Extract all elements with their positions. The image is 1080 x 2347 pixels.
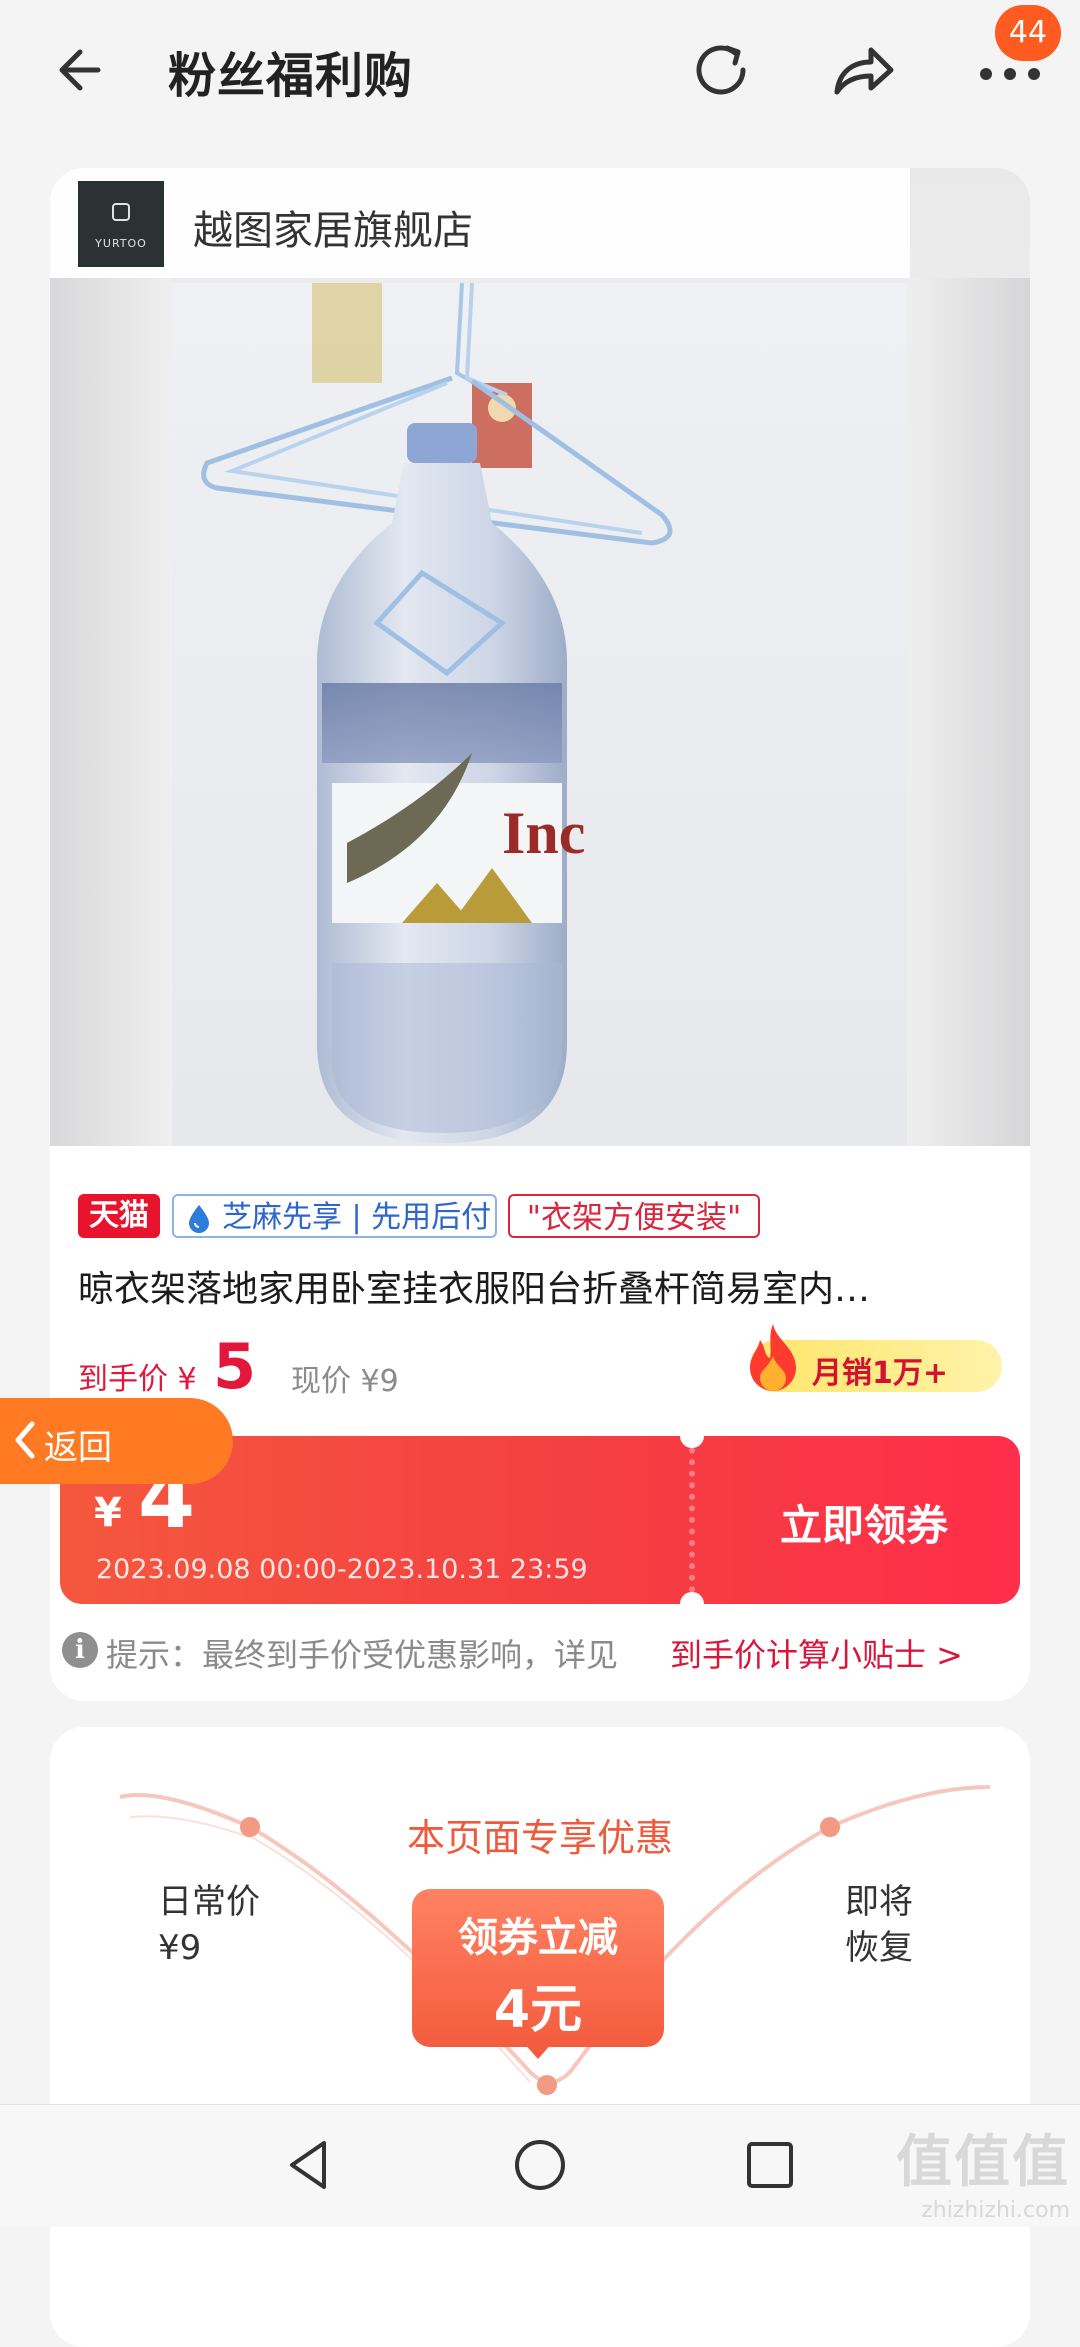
blur-right	[905, 278, 1030, 1146]
tag-feature: "衣架方便安装"	[508, 1194, 760, 1238]
store-logo[interactable]: YURTOO	[78, 181, 164, 267]
current-price: 现价 ¥9	[291, 1364, 399, 1399]
bubble-tail	[522, 2041, 554, 2059]
discount-bubble-line-1: 领券立减	[458, 1915, 618, 1961]
daily-price-value: ¥9	[158, 1928, 202, 1968]
store-name[interactable]: 越图家居旗舰店	[193, 198, 473, 256]
watermark-brand: 值值值	[896, 2130, 1070, 2195]
nav-recents-icon[interactable]	[740, 2135, 800, 2195]
daily-price-label: 日常价	[158, 1882, 260, 1922]
discount-bubble: 领券立减 4元	[412, 1889, 664, 2059]
promo-card: 本页面专享优惠 日常价 ¥9 即将 恢复 领券立减 4元	[50, 1727, 1030, 2347]
restore-notice: 即将 恢复	[845, 1879, 913, 1971]
system-nav-bar: 值值值 zhizhizhi.com	[0, 2104, 1080, 2227]
tag-zhima: 芝麻先享 | 先用后付	[172, 1194, 497, 1238]
coupon-period: 2023.09.08 00:00-2023.10.31 23:59	[96, 1554, 588, 1585]
refresh-icon[interactable]	[683, 32, 759, 108]
final-price-value: 5	[213, 1330, 257, 1403]
coupon-currency: ¥	[94, 1490, 122, 1536]
back-arrow-icon[interactable]	[50, 35, 120, 105]
flame-icon	[750, 1324, 796, 1391]
monthly-sales-badge: 月销1万+	[750, 1324, 1002, 1392]
promo-heading: 本页面专享优惠	[406, 1816, 673, 1860]
info-icon: i	[62, 1632, 98, 1668]
tag-tmall: 天猫	[78, 1194, 160, 1238]
store-header[interactable]: YURTOO 越图家居旗舰店	[50, 168, 910, 278]
coupon-divider	[689, 1436, 695, 1604]
tag-zhima-label: 芝麻先享 | 先用后付	[222, 1200, 492, 1235]
svg-text:Inc: Inc	[502, 800, 585, 866]
watermark: 值值值 zhizhizhi.com	[896, 2117, 1070, 2223]
tip-link[interactable]: 到手价计算小贴士 >	[670, 1630, 963, 1676]
restore-line-2: 恢复	[845, 1928, 913, 1968]
product-media[interactable]: Inc YURTOO 越图家居旗舰店	[50, 168, 1030, 1146]
page-title: 粉丝福利购	[168, 48, 414, 104]
discount-bubble-line-2: 4元	[493, 1980, 583, 2040]
daily-price: 日常价 ¥9	[158, 1879, 260, 1971]
product-photo[interactable]: Inc	[172, 283, 907, 1146]
monthly-sales-text: 月销1万+	[812, 1356, 949, 1391]
nav-back-icon[interactable]	[280, 2135, 340, 2195]
claim-coupon-button[interactable]: 立即领券	[780, 1492, 948, 1553]
share-icon[interactable]	[825, 32, 901, 108]
water-drop-icon	[189, 1205, 209, 1233]
logo-mark	[112, 203, 130, 221]
final-price-label: 到手价 ¥	[78, 1362, 197, 1397]
product-title[interactable]: 晾衣架落地家用卧室挂衣服阳台折叠杆简易室内…	[78, 1260, 1008, 1312]
notification-badge: 44	[995, 5, 1061, 61]
watermark-url: zhizhizhi.com	[921, 2198, 1070, 2223]
floating-back-label: 返回	[44, 1428, 112, 1468]
store-logo-text: YURTOO	[95, 237, 147, 250]
nav-home-icon[interactable]	[510, 2135, 570, 2195]
chevron-left-icon	[15, 1421, 35, 1459]
blur-left	[50, 278, 172, 1146]
floating-back-button[interactable]: 返回	[0, 1398, 233, 1484]
tip-text: 提示：最终到手价受优惠影响，详见	[106, 1636, 619, 1674]
top-bar: 粉丝福利购 44	[0, 0, 1080, 140]
restore-line-1: 即将	[845, 1882, 913, 1922]
